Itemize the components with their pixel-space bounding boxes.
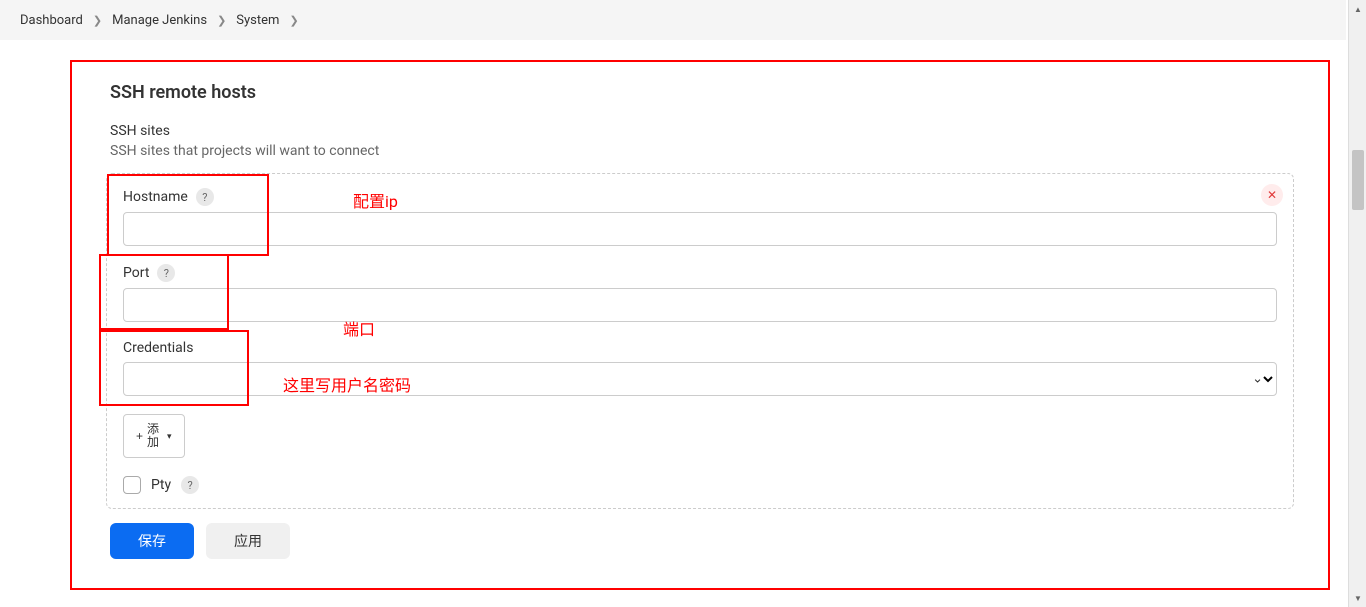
hostname-label-text: Hostname (123, 189, 188, 205)
pty-checkbox[interactable] (123, 476, 141, 494)
section-title: SSH remote hosts (110, 82, 1308, 103)
port-row: Port ? 端口 (123, 264, 1277, 322)
annotation-outer-box: SSH remote hosts SSH sites SSH sites tha… (70, 60, 1330, 590)
breadcrumb-manage-jenkins[interactable]: Manage Jenkins (108, 13, 211, 28)
breadcrumb-system[interactable]: System (232, 13, 283, 28)
add-button-label: 添 加 (147, 423, 159, 449)
hostname-row: Hostname ? 配置ip (123, 188, 1277, 246)
action-bar: 保存 应用 (110, 523, 1308, 559)
port-label-text: Port (123, 265, 149, 281)
credentials-label: Credentials (123, 340, 1277, 356)
breadcrumb-dashboard[interactable]: Dashboard (16, 13, 87, 28)
ssh-sites-description: SSH sites that projects will want to con… (110, 143, 1308, 159)
pty-row: Pty ? (123, 476, 1277, 494)
pty-label: Pty (151, 477, 171, 493)
main-content: SSH remote hosts SSH sites SSH sites tha… (0, 40, 1346, 600)
help-icon[interactable]: ? (196, 188, 214, 206)
port-label: Port ? (123, 264, 1277, 282)
add-credentials-row: + 添 加 ▾ (123, 414, 1277, 458)
ssh-sites-label: SSH sites (110, 123, 1308, 139)
scroll-up-icon[interactable]: ▲ (1349, 0, 1366, 18)
credentials-select[interactable] (123, 362, 1277, 396)
help-icon[interactable]: ? (157, 264, 175, 282)
credentials-label-text: Credentials (123, 340, 193, 356)
hostname-input[interactable] (123, 212, 1277, 246)
vertical-scrollbar[interactable]: ▲ ▼ (1348, 0, 1366, 607)
scroll-thumb[interactable] (1352, 150, 1364, 210)
chevron-right-icon: ❯ (93, 14, 102, 27)
chevron-right-icon: ❯ (289, 14, 298, 27)
breadcrumb: Dashboard ❯ Manage Jenkins ❯ System ❯ (0, 0, 1346, 40)
ssh-site-entry: ✕ Hostname ? 配置ip Port ? 端口 (106, 173, 1294, 509)
hostname-label: Hostname ? (123, 188, 1277, 206)
chevron-right-icon: ❯ (217, 14, 226, 27)
add-credentials-button[interactable]: + 添 加 ▾ (123, 414, 185, 458)
caret-down-icon: ▾ (167, 431, 172, 442)
scroll-down-icon[interactable]: ▼ (1349, 589, 1366, 607)
port-input[interactable] (123, 288, 1277, 322)
credentials-select-wrapper[interactable]: ⌄ (123, 362, 1277, 396)
credentials-row: Credentials ⌄ 这里写用户名密码 (123, 340, 1277, 396)
help-icon[interactable]: ? (181, 476, 199, 494)
apply-button[interactable]: 应用 (206, 523, 290, 559)
save-button[interactable]: 保存 (110, 523, 194, 559)
plus-icon: + (136, 429, 143, 443)
